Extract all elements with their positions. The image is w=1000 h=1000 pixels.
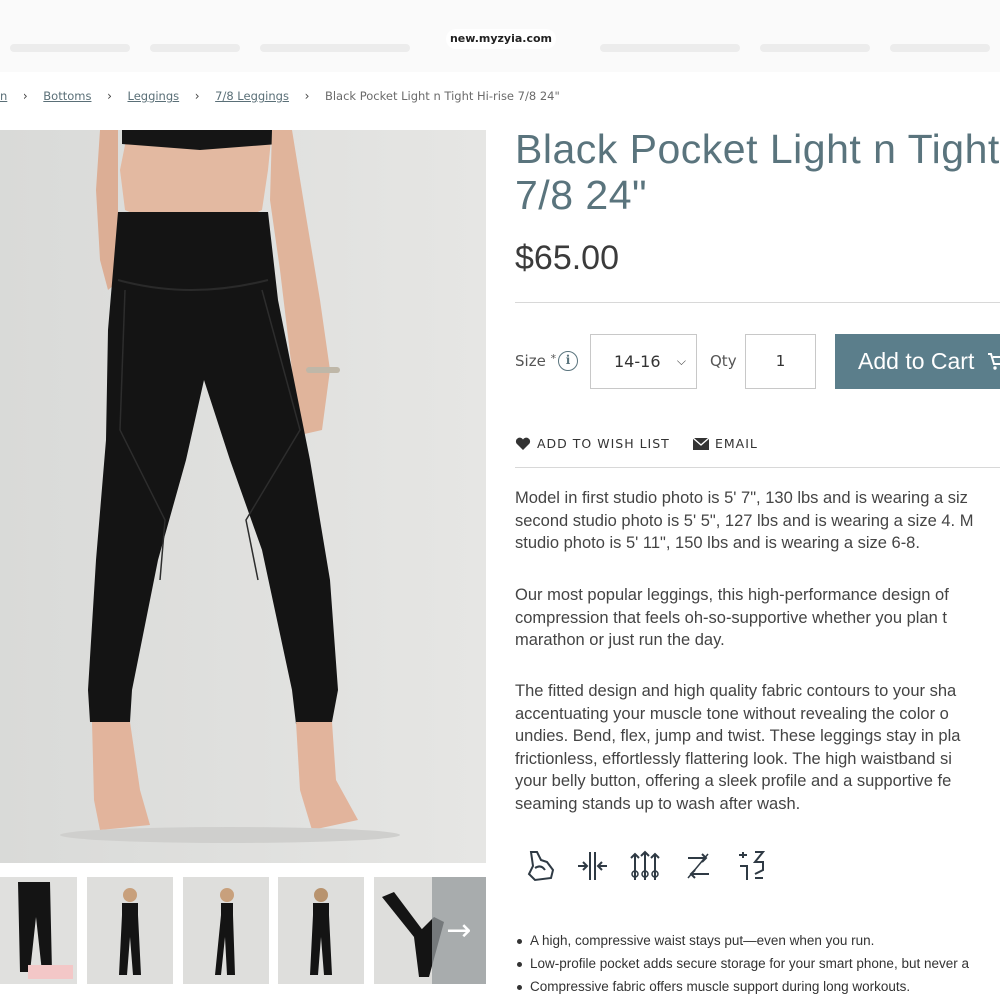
description-line: compression that feels oh-so-supportive … [515,608,947,627]
product-title-line-1: Black Pocket Light n Tight H [515,126,1000,172]
add-to-cart-label: Add to Cart [858,348,975,374]
description-line: Model in first studio photo is 5' 7", 13… [515,489,968,507]
next-thumbnail-arrow-icon[interactable]: → [432,877,486,984]
description-line: second studio photo is 5' 5", 127 lbs an… [515,511,974,530]
blurred-nav [600,44,740,52]
muscle-support-icon [527,851,555,882]
product-info: Black Pocket Light n Tight H 7/8 24" $65… [515,126,1000,1000]
cart-icon [987,348,1000,374]
description-paragraph-3: The fitted design and high quality fabri… [515,680,1000,815]
size-select[interactable]: 14-16 ⌵ [590,334,697,389]
add-to-cart-button[interactable]: Add to Cart [835,334,1000,389]
thumbnail-1[interactable] [0,877,77,984]
thumbnail-2[interactable] [87,877,173,984]
description-line: your belly button, offering a sleek prof… [515,772,952,790]
list-item: A high, compressive waist stays put—even… [515,929,969,952]
description-line: seaming stands up to wash after wash. [515,794,801,813]
description-line: studio photo is 5' 11", 150 lbs and is w… [515,534,920,552]
product-price: $65.00 [515,239,619,277]
email-label: EMAIL [715,436,758,451]
moisture-wicking-icon [687,853,709,879]
chevron-down-icon: ⌵ [676,354,686,368]
chevron-right-icon: › [304,89,310,103]
divider [515,302,1000,303]
thumbnail-4[interactable] [278,877,364,984]
description-line: Our most popular leggings, this high-per… [515,586,949,604]
blurred-nav [10,44,130,52]
url-bar[interactable]: new.myzyia.com [446,29,556,49]
size-label: Size * [515,352,556,370]
compression-icon [578,852,607,880]
chevron-right-icon: › [194,89,200,103]
info-icon[interactable]: i [558,351,578,371]
add-to-wishlist-link[interactable]: ADD TO WISH LIST [515,436,670,451]
description-line: accentuating your muscle tone without re… [515,704,949,723]
envelope-icon [693,437,709,450]
product-title-line-2: 7/8 24" [515,172,648,218]
qty-input[interactable]: 1 [745,334,816,389]
description-line: frictionless, effortlessly flattering lo… [515,749,952,768]
four-way-stretch-icon [630,850,660,880]
breadcrumb-current: Black Pocket Light n Tight Hi-rise 7/8 2… [324,89,560,103]
chevron-right-icon: › [22,89,28,103]
breadcrumb-link-78-leggings[interactable]: 7/8 Leggings [215,89,289,103]
blurred-nav [890,44,990,52]
blurred-nav [150,44,240,52]
feature-bullets: A high, compressive waist stays put—even… [515,929,969,998]
product-title: Black Pocket Light n Tight H 7/8 24" [515,126,1000,218]
description-paragraph-1: Model in first studio photo is 5' 7", 13… [515,487,1000,555]
email-link[interactable]: EMAIL [693,436,758,451]
description-line: The fitted design and high quality fabri… [515,682,957,700]
wishlist-label: ADD TO WISH LIST [537,436,670,451]
breadcrumb-link-leggings[interactable]: Leggings [127,89,179,103]
blurred-nav [760,44,870,52]
size-select-value: 14-16 [614,352,661,371]
list-item: Low-profile pocket adds secure storage f… [515,952,969,975]
divider [515,467,1000,468]
thumbnail-3[interactable] [183,877,269,984]
blurred-nav [260,44,410,52]
feature-icons [523,848,768,888]
breadcrumb-link-bottoms[interactable]: Bottoms [43,89,91,103]
product-main-image[interactable] [0,130,486,863]
chevron-right-icon: › [107,89,112,103]
size-label-text: Size [515,352,546,370]
upf-protection-icon [739,851,766,880]
thumbnail-strip [0,877,486,984]
description-line: undies. Bend, flex, jump and twist. Thes… [515,727,961,745]
qty-label: Qty [710,352,737,370]
description-paragraph-2: Our most popular leggings, this high-per… [515,584,1000,652]
heart-icon [515,437,531,450]
breadcrumb: n › Bottoms › Leggings › 7/8 Leggings › … [0,88,560,104]
breadcrumb-link-home[interactable]: n [0,89,7,103]
required-marker: * [550,352,557,365]
description-line: marathon or just run the day. [515,631,725,649]
list-item: Compressive fabric offers muscle support… [515,975,969,998]
browser-top-bar: new.myzyia.com [0,0,1000,72]
